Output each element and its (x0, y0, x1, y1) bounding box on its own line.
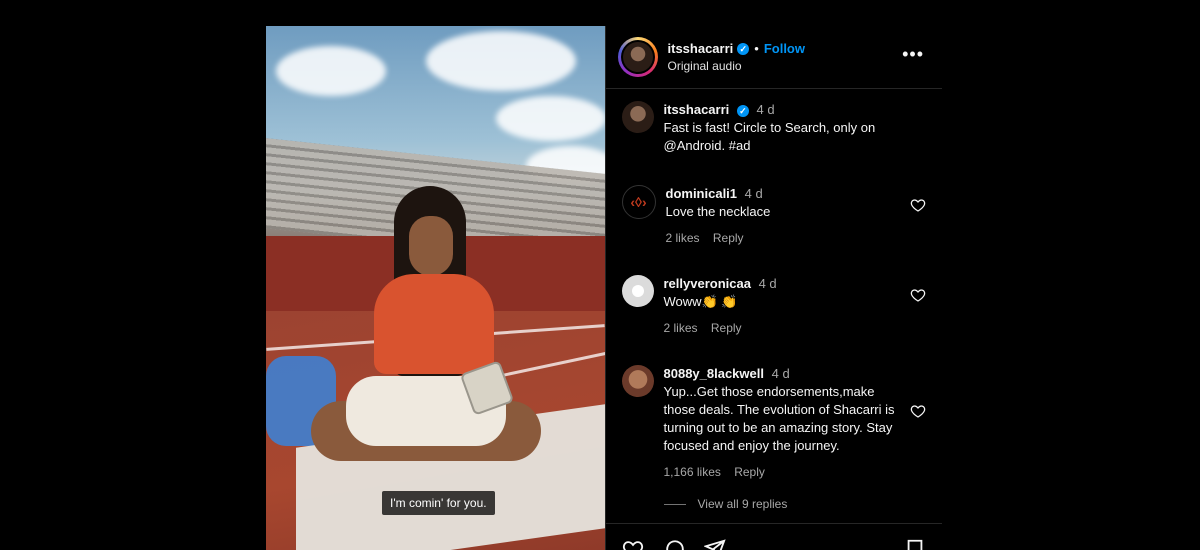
action-bar (605, 523, 942, 550)
heart-icon[interactable] (910, 403, 926, 419)
comment-username[interactable]: 8088y_8lackwell (664, 366, 764, 381)
comment-item: ‹◊› dominicali1 4 d Love the necklace 2 … (606, 185, 943, 245)
reply-button[interactable]: Reply (713, 231, 744, 245)
separator-dot: • (754, 41, 759, 56)
author-avatar[interactable] (617, 37, 658, 77)
bookmark-icon[interactable] (904, 538, 926, 550)
athlete (311, 186, 541, 526)
reply-button[interactable]: Reply (734, 465, 765, 479)
heart-icon[interactable] (910, 287, 926, 303)
heart-icon[interactable] (910, 197, 926, 213)
comment-text: Fast is fast! Circle to Search, only on … (663, 120, 876, 153)
comment-item: 8088y_8lackwell 4 d Yup...Get those endo… (606, 365, 943, 479)
cloud (426, 31, 576, 91)
comment-item: rellyveronicaa 4 d Woww👏 👏 2 likes Reply (606, 275, 943, 335)
comment-likes[interactable]: 1,166 likes (664, 465, 721, 479)
caption-comment: itsshacarri ✓ 4 d Fast is fast! Circle t… (606, 101, 943, 155)
avatar[interactable] (621, 365, 654, 397)
comment-likes[interactable]: 2 likes (664, 321, 698, 335)
audio-label[interactable]: Original audio (668, 59, 806, 73)
cloud (276, 46, 386, 96)
follow-button[interactable]: Follow (764, 41, 805, 56)
comment-text: Woww👏 👏 (663, 294, 738, 309)
comment-likes[interactable]: 2 likes (666, 231, 700, 245)
verified-badge-icon: ✓ (736, 105, 749, 117)
comment-username[interactable]: dominicali1 (666, 186, 738, 201)
post-video[interactable]: I'm comin' for you. (266, 26, 605, 550)
verified-badge-icon: ✓ (737, 42, 750, 55)
video-subtitle: I'm comin' for you. (382, 491, 495, 515)
comment-time[interactable]: 4 d (745, 186, 763, 201)
post-sidebar: itsshacarri ✓ • Follow Original audio ••… (604, 26, 943, 550)
post-header: itsshacarri ✓ • Follow Original audio ••… (605, 26, 942, 89)
view-replies-label[interactable]: View all 9 replies (698, 497, 788, 511)
comment-icon[interactable] (664, 538, 686, 550)
comment-username[interactable]: itsshacarri (664, 102, 730, 117)
comment-time[interactable]: 4 d (759, 276, 777, 291)
author-username[interactable]: itsshacarri (668, 41, 734, 56)
view-replies-button[interactable]: View all 9 replies (606, 497, 943, 511)
avatar[interactable]: ‹◊› (621, 185, 656, 219)
reply-button[interactable]: Reply (711, 321, 742, 335)
post-modal: I'm comin' for you. itsshacarri ✓ • Foll… (266, 26, 942, 550)
comment-text: Yup...Get those endorsements,make those … (663, 384, 895, 453)
avatar[interactable] (621, 275, 654, 307)
comment-time[interactable]: 4 d (772, 366, 790, 381)
comment-time[interactable]: 4 d (757, 102, 775, 117)
comments-list[interactable]: itsshacarri ✓ 4 d Fast is fast! Circle t… (606, 89, 943, 524)
more-horizontal-icon[interactable]: ••• (902, 45, 924, 63)
heart-icon[interactable] (622, 538, 644, 550)
cloud (496, 96, 605, 141)
paper-plane-icon[interactable] (703, 538, 726, 550)
comment-text: Love the necklace (665, 204, 771, 219)
avatar[interactable] (621, 101, 654, 133)
comment-username[interactable]: rellyveronicaa (664, 276, 751, 291)
